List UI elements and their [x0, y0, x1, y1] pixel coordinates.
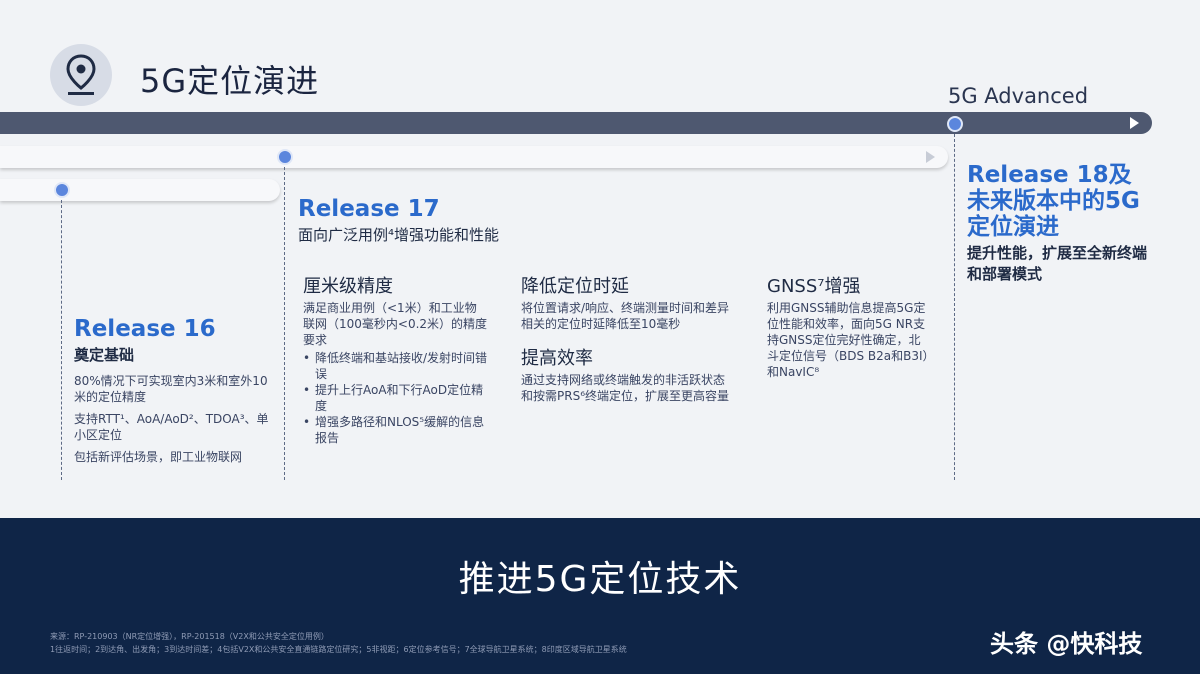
release-16-line: 支持RTT¹、AoA/AoD²、TDOA³、单小区定位: [74, 412, 269, 442]
location-pin-icon: [50, 44, 112, 106]
list-item: 提升上行AoA和下行AoD定位精度: [303, 382, 488, 414]
r17-efficiency-desc: 通过支持网络或终端触发的非活跃状态和按需PRS⁶终端定位，扩展至更高容量: [521, 373, 730, 403]
divider-line: [284, 167, 285, 480]
release-17-title: Release 17: [298, 196, 440, 222]
release-18-desc: 提升性能，扩展至全新终端和部署模式: [967, 244, 1148, 283]
release-16-line: 80%情况下可实现室内3米和室外10米的定位精度: [74, 374, 268, 404]
release-17-header: Release 17 面向广泛用例⁴增强功能和性能: [298, 196, 938, 245]
r17-efficiency-heading: 提高效率: [521, 348, 593, 369]
timeline-bar-r16: [0, 179, 280, 201]
footer-slogan: 推进5G定位技术: [458, 559, 742, 600]
r17-latency-heading: 降低定位时延: [521, 276, 629, 297]
page-title: 5G定位演进: [140, 62, 320, 100]
release-18-title: Release 18及未来版本中的5G定位演进: [967, 162, 1140, 240]
divider-line: [61, 200, 62, 480]
release-16-line: 包括新评估场景，即工业物联网: [74, 450, 243, 464]
r17-precision-desc: 满足商业用例（<1米）和工业物联网（100毫秒内<0.2米）的精度要求: [303, 301, 488, 347]
arrow-right-icon: [926, 151, 935, 163]
divider-line: [954, 134, 955, 480]
r17-latency-desc: 将位置请求/响应、终端测量时间和差异相关的定位时延降低至10毫秒: [521, 301, 730, 331]
r17-gnss-desc: 利用GNSS辅助信息提高5G定位性能和效率，面向5G NR支持GNSS定位完好性…: [767, 301, 929, 379]
watermark: 头条 @快科技: [990, 630, 1143, 658]
release-16-title: Release 16: [74, 316, 216, 342]
advanced-label: 5G Advanced: [948, 84, 1089, 108]
timeline-dot-r18: [947, 116, 963, 132]
r17-gnss-heading: GNSS⁷增强: [767, 276, 861, 297]
timeline-bar-advanced: [0, 112, 1152, 134]
release-16-block: Release 16 奠定基础 80%情况下可实现室内3米和室外10米的定位精度…: [74, 316, 274, 465]
r17-precision-heading: 厘米级精度: [303, 276, 393, 297]
timeline-bar-r17: [0, 146, 948, 168]
release-16-subtitle: 奠定基础: [74, 346, 135, 364]
release-18-block: Release 18及未来版本中的5G定位演进 提升性能，扩展至全新终端和部署模…: [967, 162, 1147, 284]
list-item: 增强多路径和NLOS⁵缓解的信息报告: [303, 414, 488, 446]
release-17-subtitle: 面向广泛用例⁴增强功能和性能: [298, 226, 500, 244]
list-item: 降低终端和基站接收/发射时间错误: [303, 350, 488, 382]
footer-notes: 来源：RP-210903（NR定位增强），RP-201518（V2X和公共安全定…: [50, 630, 870, 656]
arrow-right-icon: [1130, 117, 1139, 129]
r17-precision-column: 厘米级精度 满足商业用例（<1米）和工业物联网（100毫秒内<0.2米）的精度要…: [303, 272, 488, 446]
timeline-dot-r16: [54, 182, 70, 198]
timeline-dot-r17: [277, 149, 293, 165]
r17-precision-points: 降低终端和基站接收/发射时间错误 提升上行AoA和下行AoD定位精度 增强多路径…: [303, 350, 488, 446]
footer-footnotes: 1往返时间；2到达角、出发角；3到达时间差；4包括V2X和公共安全直通链路定位研…: [50, 645, 627, 654]
r17-gnss-column: GNSS⁷增强 利用GNSS辅助信息提高5G定位性能和效率，面向5G NR支持G…: [767, 272, 932, 380]
footer-source: 来源：RP-210903（NR定位增强），RP-201518（V2X和公共安全定…: [50, 632, 329, 641]
r17-latency-column: 降低定位时延 将位置请求/响应、终端测量时间和差异相关的定位时延降低至10毫秒 …: [521, 272, 736, 404]
